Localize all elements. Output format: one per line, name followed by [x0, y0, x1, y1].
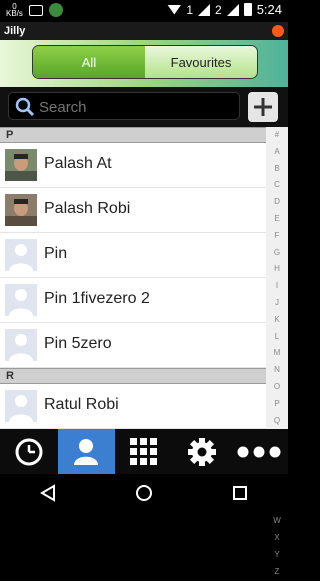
index-letter[interactable]: I — [266, 278, 288, 295]
index-letter[interactable]: B — [266, 161, 288, 178]
signal-icon-2 — [226, 3, 239, 16]
nav-history[interactable] — [0, 429, 58, 474]
header: All Favourites — [0, 40, 288, 87]
recents-button[interactable] — [192, 474, 288, 512]
default-avatar-icon — [5, 329, 37, 361]
back-icon — [40, 484, 55, 502]
app-title: Jilly — [4, 25, 26, 37]
segmented-tabs: All Favourites — [32, 45, 258, 79]
plus-icon — [254, 98, 272, 116]
person-icon — [74, 438, 99, 465]
index-letter[interactable]: X — [266, 530, 288, 547]
contact-item[interactable]: Pin 1fivezero 2 — [0, 278, 266, 323]
contact-name: Pin — [44, 245, 68, 262]
dialpad-icon — [129, 437, 157, 465]
back-button[interactable] — [0, 474, 96, 512]
contact-name: Pin 5zero — [44, 335, 112, 352]
index-letter[interactable]: C — [266, 177, 288, 194]
contact-name: Ratul Robi — [44, 396, 119, 413]
contact-item[interactable]: Palash Robi — [0, 188, 266, 233]
nav-settings[interactable] — [173, 429, 231, 474]
index-letter[interactable]: P — [266, 396, 288, 413]
gear-icon — [187, 437, 216, 466]
contact-item[interactable]: Pin — [0, 233, 266, 278]
network-speed: 0 KB/s — [6, 3, 23, 18]
app-title-bar: Jilly — [0, 22, 288, 40]
add-contact-button[interactable] — [248, 92, 278, 122]
alphabet-index[interactable]: #ABCDEFGHIJKLMNOPQRSTUVWXYZ — [266, 127, 288, 576]
notification-dot-icon[interactable] — [272, 25, 284, 37]
network-speed-unit: KB/s — [6, 9, 23, 18]
nav-more[interactable] — [230, 429, 288, 474]
index-letter[interactable]: A — [266, 144, 288, 161]
contact-name: Palash At — [44, 155, 112, 172]
index-letter[interactable]: G — [266, 245, 288, 262]
index-letter[interactable]: Z — [266, 564, 288, 581]
index-letter[interactable]: M — [266, 345, 288, 362]
contact-name: Palash Robi — [44, 200, 131, 217]
search-input[interactable] — [37, 97, 239, 117]
index-letter[interactable]: Q — [266, 413, 288, 430]
status-bar: 0 KB/s 1 2 5:24 — [0, 0, 288, 22]
clock-icon — [15, 438, 43, 465]
system-nav-bar — [0, 474, 288, 512]
contact-photo — [5, 149, 37, 181]
tab-favourites-label: Favourites — [170, 54, 232, 70]
default-avatar-icon — [5, 284, 37, 316]
app-notification-icon — [48, 3, 63, 17]
tab-favourites[interactable]: Favourites — [145, 46, 257, 78]
section-header-r: R — [0, 368, 266, 384]
index-letter[interactable]: K — [266, 312, 288, 329]
section-letter: R — [6, 370, 14, 382]
index-letter[interactable]: H — [266, 261, 288, 278]
image-notification-icon — [28, 4, 43, 16]
index-letter[interactable]: E — [266, 211, 288, 228]
more-icon — [237, 446, 281, 457]
sim1-label: 1 — [186, 2, 193, 17]
index-letter[interactable]: O — [266, 379, 288, 396]
bottom-nav — [0, 429, 288, 474]
contact-item[interactable]: Ratul Robi — [0, 384, 266, 429]
contact-list[interactable]: P Palash At Palash Robi Pin Pin 1fivezer… — [0, 127, 266, 429]
nav-dialpad[interactable] — [115, 429, 173, 474]
index-letter[interactable]: D — [266, 194, 288, 211]
index-letter[interactable]: W — [266, 513, 288, 530]
contact-item[interactable]: Palash At — [0, 143, 266, 188]
default-avatar-icon — [5, 390, 37, 422]
search-icon — [15, 97, 35, 117]
contact-item[interactable]: Pin 5zero — [0, 323, 266, 368]
clock-time: 5:24 — [256, 2, 282, 17]
section-letter: P — [6, 129, 14, 141]
sim2-label: 2 — [215, 2, 222, 17]
signal-icon — [198, 3, 210, 16]
index-letter[interactable]: Y — [266, 547, 288, 564]
index-letter[interactable]: # — [266, 127, 288, 144]
search-box[interactable] — [8, 92, 240, 120]
section-header-p: P — [0, 127, 266, 143]
recents-icon — [233, 486, 247, 500]
battery-icon — [243, 3, 252, 16]
index-letter[interactable]: J — [266, 295, 288, 312]
tab-all[interactable]: All — [33, 46, 145, 78]
index-letter[interactable]: N — [266, 362, 288, 379]
wifi-icon — [167, 4, 182, 15]
index-letter[interactable]: F — [266, 228, 288, 245]
contact-photo — [5, 194, 37, 226]
search-row — [0, 87, 288, 127]
tab-all-label: All — [81, 54, 97, 70]
home-button[interactable] — [96, 474, 192, 512]
index-letter[interactable]: L — [266, 329, 288, 346]
contact-name: Pin 1fivezero 2 — [44, 290, 150, 307]
home-icon — [136, 485, 152, 501]
default-avatar-icon — [5, 239, 37, 271]
nav-contacts[interactable] — [57, 429, 116, 474]
